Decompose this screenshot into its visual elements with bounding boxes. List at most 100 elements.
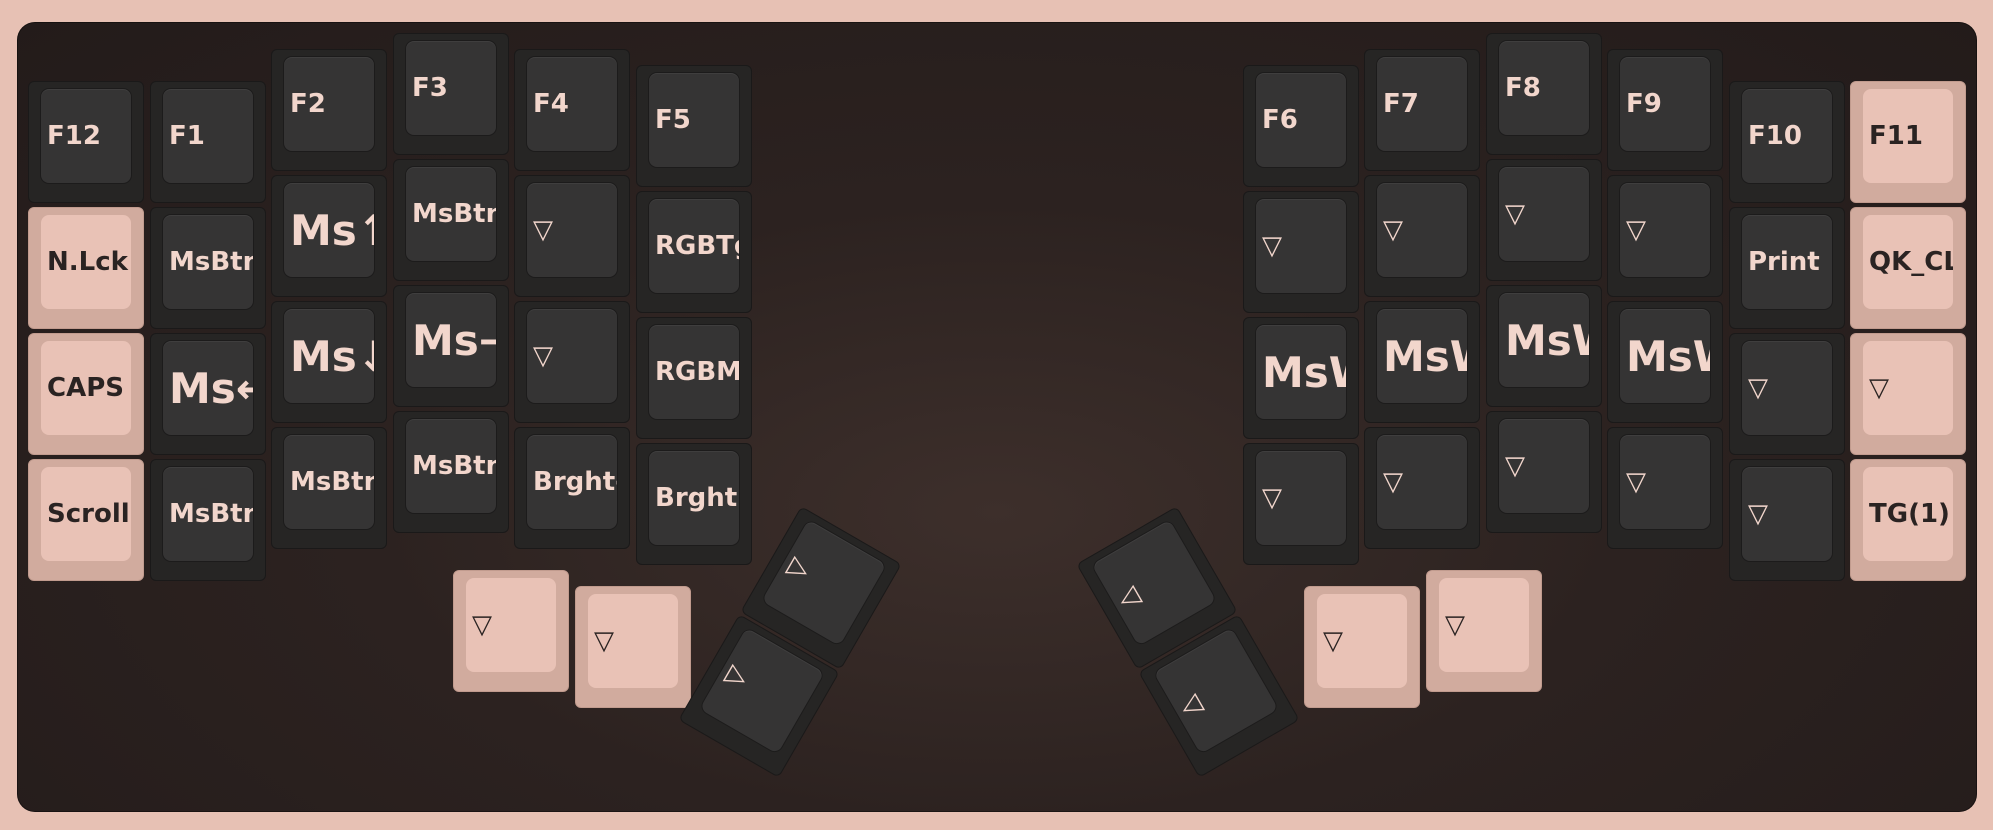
key-legend: ▽: [1863, 341, 1953, 435]
key-legend: MsBtn4: [284, 435, 374, 529]
key-transparent[interactable]: ▽: [1607, 175, 1723, 297]
key-f6[interactable]: F6: [1243, 65, 1359, 187]
key-transparent[interactable]: ▽: [1607, 427, 1723, 549]
key-transparent[interactable]: ▽: [514, 175, 630, 297]
key-legend: ◁: [1091, 519, 1217, 647]
key-legend: Print: [1742, 215, 1832, 309]
key-legend: ▷: [761, 519, 887, 647]
key-legend: F8: [1499, 41, 1589, 135]
key-mouse-wheel-3[interactable]: MsWh: [1486, 285, 1602, 407]
key-legend: TG(1): [1863, 467, 1953, 561]
key-legend: F3: [406, 41, 496, 135]
key-mouse-wheel-4[interactable]: MsWh: [1607, 301, 1723, 423]
key-legend: MsBtn3: [163, 467, 253, 561]
key-f7[interactable]: F7: [1364, 49, 1480, 171]
key-legend: Brght-: [527, 435, 617, 529]
key-legend: ▽: [527, 183, 617, 277]
key-f4[interactable]: F4: [514, 49, 630, 171]
key-f12[interactable]: F12: [28, 81, 144, 203]
key-legend: ▽: [1317, 594, 1407, 688]
key-thumb-right-outer[interactable]: ▽: [1426, 570, 1542, 692]
key-transparent[interactable]: ▽: [1364, 175, 1480, 297]
key-legend: MsWh: [1499, 293, 1589, 387]
key-legend: N.Lck: [41, 215, 131, 309]
key-legend: MsWh: [1377, 309, 1467, 403]
key-f1[interactable]: F1: [150, 81, 266, 203]
key-thumb-left-outer[interactable]: ▽: [453, 570, 569, 692]
key-legend: Ms↑: [284, 183, 374, 277]
key-mouse-wheel-1[interactable]: MsWh: [1243, 317, 1359, 439]
key-brightness-up[interactable]: Brght+: [636, 443, 752, 565]
key-legend: MsWh: [1620, 309, 1710, 403]
key-legend: ▽: [588, 594, 678, 688]
key-legend: CAPS: [41, 341, 131, 435]
key-legend: F6: [1256, 73, 1346, 167]
key-legend: ▽: [1377, 183, 1467, 277]
key-f5[interactable]: F5: [636, 65, 752, 187]
key-mouse-wheel-2[interactable]: MsWh: [1364, 301, 1480, 423]
key-mouse-button-1[interactable]: MsBtn1: [150, 207, 266, 329]
key-thumb-left-middle[interactable]: ▽: [575, 586, 691, 708]
key-legend: ▽: [1439, 578, 1529, 672]
key-mouse-down[interactable]: Ms↓: [271, 301, 387, 423]
key-mouse-left[interactable]: Ms←: [150, 333, 266, 455]
key-mouse-right[interactable]: Ms→: [393, 285, 509, 407]
key-legend: ▽: [1620, 435, 1710, 529]
key-toggle-layer-1[interactable]: TG(1): [1850, 459, 1966, 581]
key-mouse-button-5[interactable]: MsBtn5: [393, 411, 509, 533]
key-rgb-toggle[interactable]: RGBTg: [636, 191, 752, 313]
key-num-lock[interactable]: N.Lck: [28, 207, 144, 329]
key-legend: F5: [649, 73, 739, 167]
key-legend: ▽: [1499, 419, 1589, 513]
key-transparent[interactable]: ▽: [1364, 427, 1480, 549]
key-transparent[interactable]: ▽: [1486, 159, 1602, 281]
key-mouse-button-2[interactable]: MsBtn2: [393, 159, 509, 281]
key-qk-clear[interactable]: QK_CLEAR: [1850, 207, 1966, 329]
key-scroll-lock[interactable]: Scroll: [28, 459, 144, 581]
key-transparent[interactable]: ▽: [1850, 333, 1966, 455]
key-transparent[interactable]: ▽: [514, 301, 630, 423]
key-legend: MsBtn2: [406, 167, 496, 261]
key-f10[interactable]: F10: [1729, 81, 1845, 203]
key-legend: ▽: [1742, 341, 1832, 435]
key-legend: F4: [527, 57, 617, 151]
key-legend: F2: [284, 57, 374, 151]
key-legend: RGBTg: [649, 199, 739, 293]
key-transparent[interactable]: ▽: [1729, 459, 1845, 581]
key-f11[interactable]: F11: [1850, 81, 1966, 203]
key-legend: F7: [1377, 57, 1467, 151]
key-rgb-mode[interactable]: RGBMod: [636, 317, 752, 439]
key-legend: Ms↓: [284, 309, 374, 403]
key-legend: MsBtn1: [163, 215, 253, 309]
key-legend: MsWh: [1256, 325, 1346, 419]
key-f8[interactable]: F8: [1486, 33, 1602, 155]
key-transparent[interactable]: ▽: [1486, 411, 1602, 533]
key-legend: Brght+: [649, 451, 739, 545]
key-transparent[interactable]: ▽: [1243, 443, 1359, 565]
key-thumb-right-middle[interactable]: ▽: [1304, 586, 1420, 708]
key-legend: F9: [1620, 57, 1710, 151]
key-mouse-button-4[interactable]: MsBtn4: [271, 427, 387, 549]
key-caps-lock[interactable]: CAPS: [28, 333, 144, 455]
key-f2[interactable]: F2: [271, 49, 387, 171]
key-mouse-up[interactable]: Ms↑: [271, 175, 387, 297]
key-legend: RGBMod: [649, 325, 739, 419]
key-brightness-down[interactable]: Brght-: [514, 427, 630, 549]
key-legend: F1: [163, 89, 253, 183]
key-mouse-button-3[interactable]: MsBtn3: [150, 459, 266, 581]
key-f3[interactable]: F3: [393, 33, 509, 155]
key-legend: ▽: [527, 309, 617, 403]
key-legend: ▽: [1742, 467, 1832, 561]
key-legend: ▽: [1620, 183, 1710, 277]
key-legend: F11: [1863, 89, 1953, 183]
key-legend: Ms→: [406, 293, 496, 387]
key-legend: ▽: [1499, 167, 1589, 261]
key-print-screen[interactable]: Print: [1729, 207, 1845, 329]
key-legend: ▽: [1377, 435, 1467, 529]
keyboard-case: F12 N.Lck CAPS Scroll F1 MsBtn1 Ms← MsBt…: [17, 22, 1977, 812]
key-legend: ▽: [466, 578, 556, 672]
key-f9[interactable]: F9: [1607, 49, 1723, 171]
key-transparent[interactable]: ▽: [1243, 191, 1359, 313]
key-transparent[interactable]: ▽: [1729, 333, 1845, 455]
key-legend: F10: [1742, 89, 1832, 183]
